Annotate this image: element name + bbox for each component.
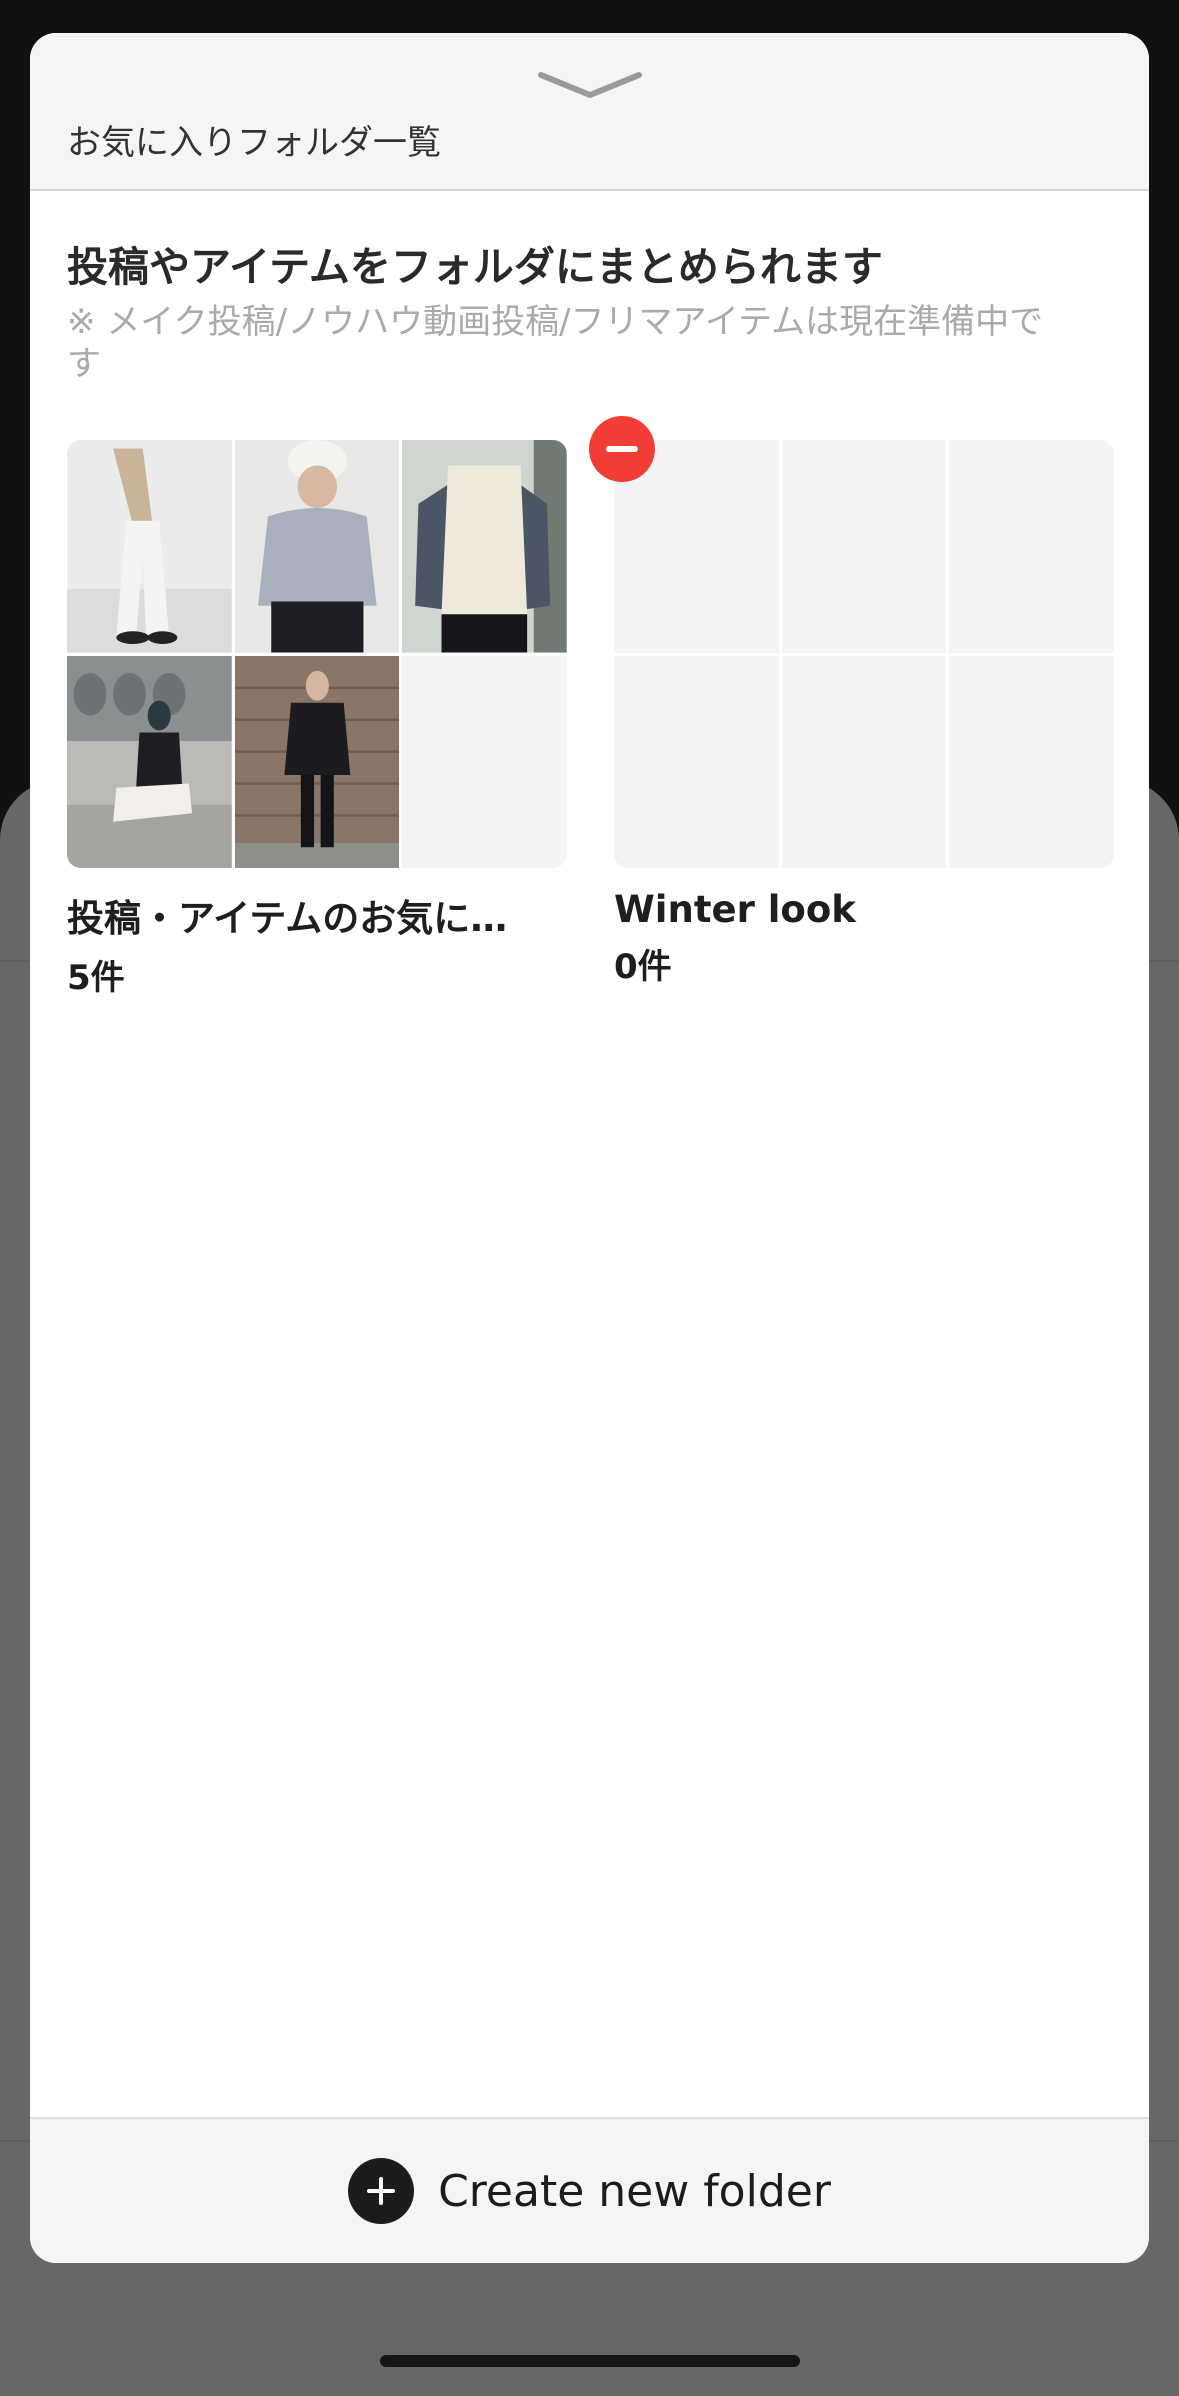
folder-card[interactable]: Winter look 0件 [614,440,1114,988]
folder-count: 5件 [67,958,125,998]
intro-note: ※ メイク投稿/ノウハウ動画投稿/フリマアイテムは現在準備中です [67,302,1044,384]
sheet-header: お気に入りフォルダ一覧 [30,33,1149,191]
sheet-title: お気に入りフォルダ一覧 [67,123,441,163]
thumbnail-white-puffer-vest-outfit [402,440,567,653]
folder-thumbnail-grid [614,440,1114,868]
plus-circle-icon [348,2158,415,2224]
thumbnail-empty [949,655,1114,868]
thumbnail-grey-sweater-beanie-outfit [234,440,400,653]
intro-title: 投稿やアイテムをフォルダにまとめられます [67,243,883,291]
create-new-folder-button[interactable]: Create new folder [30,2117,1149,2263]
folder-name: 投稿・アイテムのお気に… [67,897,508,940]
thumbnail-empty [614,655,779,868]
thumbnail-empty [402,655,567,868]
favorites-folder-sheet: お気に入りフォルダ一覧 投稿やアイテムをフォルダにまとめられます ※ メイク投稿… [30,33,1149,2263]
thumbnail-black-down-jacket-outfit [234,655,400,868]
thumbnail-empty [781,655,947,868]
thumbnail-laundromat-outfit [67,655,232,868]
chevron-down-icon[interactable] [535,67,645,103]
thumbnail-white-pants-outfit [67,440,232,653]
folder-count: 0件 [614,947,672,987]
folder-name: Winter look [614,888,856,931]
folder-thumbnail-grid [67,440,567,868]
thumbnail-empty [949,440,1114,653]
home-indicator[interactable] [380,2355,800,2367]
folder-card[interactable]: 投稿・アイテムのお気に… 5件 [67,440,567,999]
create-new-folder-label: Create new folder [438,2165,831,2217]
thumbnail-empty [781,440,947,653]
delete-folder-button[interactable] [589,416,655,482]
